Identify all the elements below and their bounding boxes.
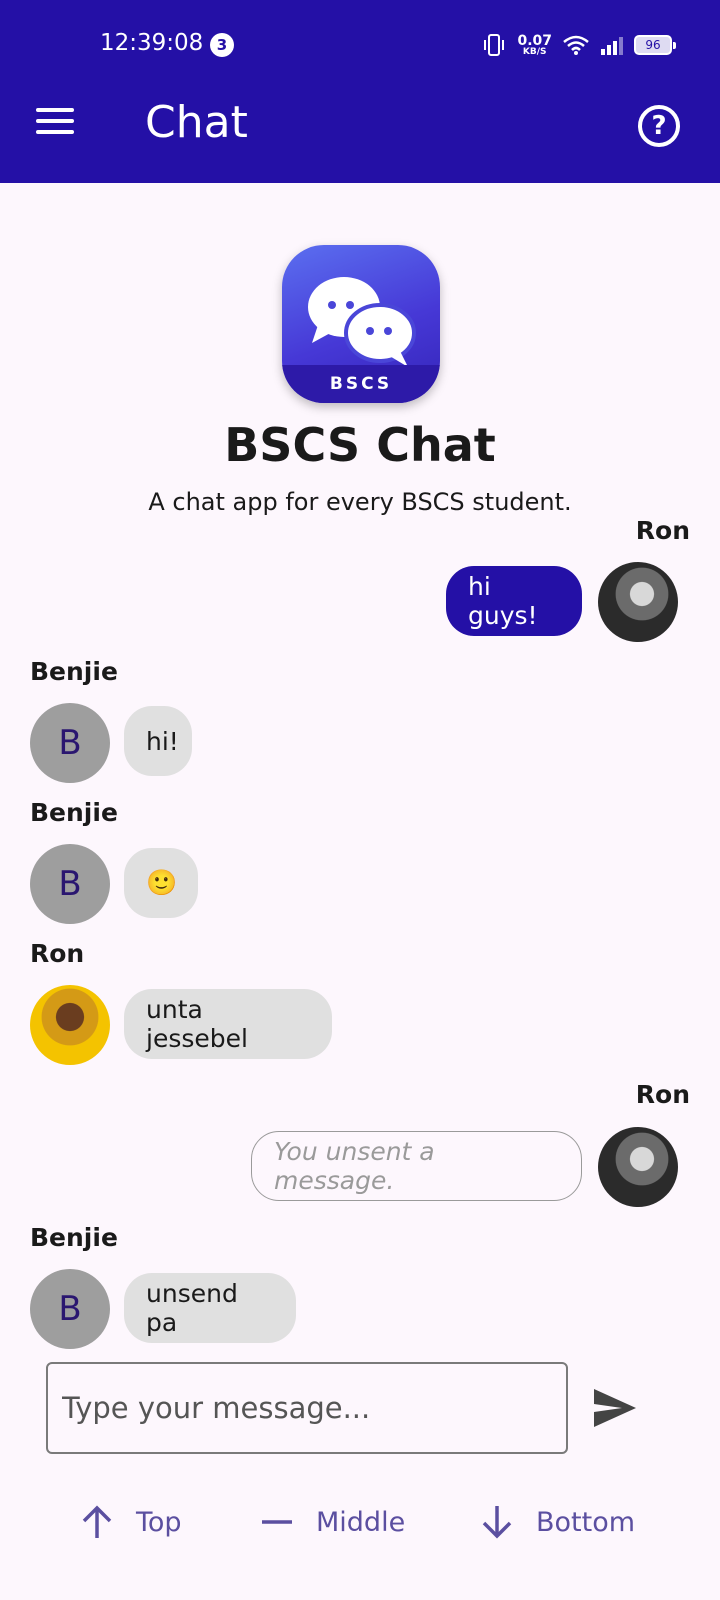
avatar[interactable]: B bbox=[30, 703, 110, 783]
app-bar: 12:39:08 3 0.07 KB/S 96 Chat ? bbox=[0, 0, 720, 183]
send-button[interactable] bbox=[590, 1385, 640, 1431]
network-speed-unit: KB/S bbox=[522, 46, 547, 57]
notification-badge: 3 bbox=[210, 33, 234, 57]
avatar[interactable] bbox=[598, 562, 678, 642]
vibrate-icon bbox=[484, 34, 505, 56]
message-bubble[interactable]: hi! bbox=[124, 706, 192, 776]
arrow-down-icon bbox=[482, 1506, 512, 1539]
network-speed: 0.07 KB/S bbox=[517, 34, 552, 57]
page-title: Chat bbox=[145, 97, 248, 148]
message-sender: Ron bbox=[635, 516, 690, 545]
nav-top-label: Top bbox=[136, 1506, 182, 1538]
hamburger-menu-icon bbox=[36, 108, 74, 112]
status-time: 12:39:08 bbox=[100, 30, 204, 56]
message-bubble[interactable]: hi guys! bbox=[446, 566, 582, 636]
message-bubble[interactable]: unsend pa bbox=[124, 1273, 296, 1343]
avatar[interactable]: B bbox=[30, 844, 110, 924]
chat-bubbles-icon bbox=[308, 277, 416, 365]
wifi-icon bbox=[563, 35, 589, 55]
message-input[interactable] bbox=[46, 1362, 568, 1454]
nav-middle-button[interactable]: Middle bbox=[260, 1497, 405, 1547]
hamburger-line bbox=[36, 130, 74, 134]
avatar[interactable] bbox=[598, 1127, 678, 1207]
avatar[interactable] bbox=[30, 985, 110, 1065]
nav-bottom-label: Bottom bbox=[536, 1506, 636, 1538]
battery-icon: 96 bbox=[634, 35, 676, 55]
message-sender: Benjie bbox=[30, 1223, 118, 1252]
message-sender: Benjie bbox=[30, 657, 118, 686]
hamburger-line bbox=[36, 119, 74, 123]
help-circle-icon: ? bbox=[651, 111, 667, 141]
nav-middle-label: Middle bbox=[316, 1506, 406, 1538]
minus-icon bbox=[262, 1520, 292, 1524]
message-sender: Ron bbox=[30, 939, 85, 968]
nav-bottom-button[interactable]: Bottom bbox=[480, 1497, 635, 1547]
send-icon bbox=[594, 1389, 636, 1427]
status-icons: 0.07 KB/S 96 bbox=[481, 30, 676, 60]
app-logo-text: BSCS bbox=[282, 365, 440, 403]
avatar[interactable]: B bbox=[30, 1269, 110, 1349]
message-sender: Benjie bbox=[30, 798, 118, 827]
arrow-up-icon bbox=[82, 1505, 112, 1538]
app-logo: BSCS bbox=[282, 245, 440, 403]
menu-button[interactable] bbox=[36, 108, 74, 138]
message-bubble[interactable]: unta jessebel bbox=[124, 989, 332, 1059]
unsent-message-bubble[interactable]: You unsent a message. bbox=[251, 1131, 582, 1201]
intro-title: BSCS Chat bbox=[224, 418, 496, 472]
message-sender: Ron bbox=[635, 1080, 690, 1109]
message-bubble[interactable]: 🙂 bbox=[124, 848, 198, 918]
intro-subtitle: A chat app for every BSCS student. bbox=[148, 488, 572, 516]
network-speed-value: 0.07 bbox=[517, 32, 552, 49]
help-button[interactable]: ? bbox=[638, 105, 680, 147]
signal-icon bbox=[601, 37, 623, 55]
nav-top-button[interactable]: Top bbox=[80, 1497, 182, 1547]
